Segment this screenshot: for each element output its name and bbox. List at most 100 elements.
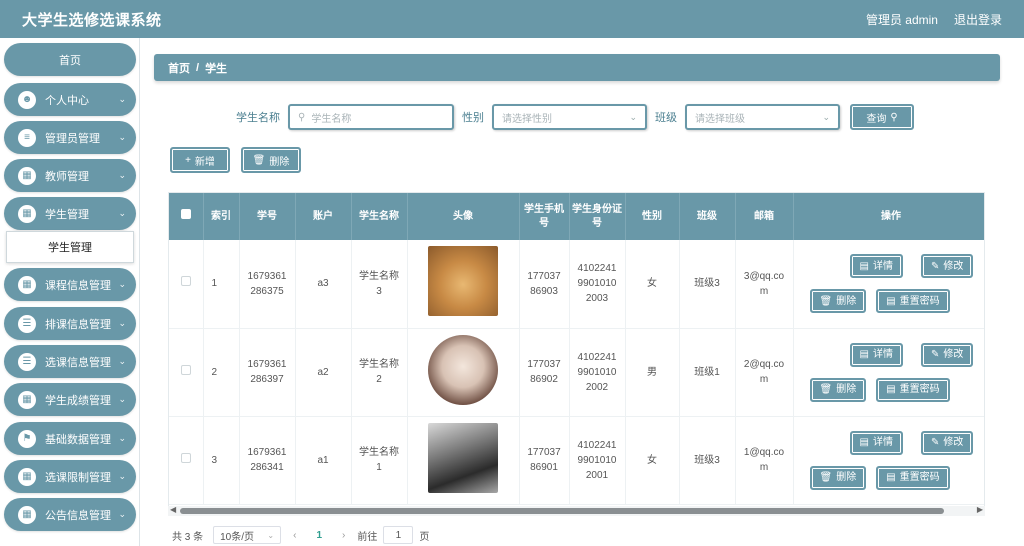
chevron-down-icon: ⌄ [118, 132, 126, 142]
sidebar-item-4[interactable]: ▦ 课程信息管理 ⌄ [4, 268, 136, 301]
row-delete-button[interactable]: 🗑 删除 [809, 289, 867, 314]
table-header: 索引 [203, 193, 240, 240]
page-size-select[interactable]: 10条/页 ⌄ [213, 526, 282, 544]
chevron-down-icon: ⌄ [118, 433, 126, 443]
sidebar-item-6[interactable]: ☰ 选课信息管理 ⌄ [4, 345, 136, 378]
sidebar-item-2[interactable]: ▦ 教师管理 ⌄ [4, 159, 136, 192]
gender-cell: 女 [625, 240, 680, 329]
sidebar-item-1[interactable]: ≡ 管理员管理 ⌄ [4, 121, 136, 154]
sidebar-subitem-student-manage[interactable]: 学生管理 [6, 231, 134, 263]
logout-link[interactable]: 退出登录 [954, 11, 1002, 28]
row-checkbox[interactable] [169, 240, 204, 329]
total-count: 共 3 条 [172, 531, 204, 543]
prev-page-icon[interactable]: ‹ [293, 530, 296, 541]
detail-button[interactable]: ▤ 详情 [849, 430, 903, 455]
chevron-down-icon: ⌄ [118, 318, 126, 328]
row-checkbox[interactable] [169, 328, 204, 417]
student-name-input[interactable]: ⚲ 学生名称 [288, 104, 454, 130]
chevron-down-icon: ⌄ [118, 356, 126, 366]
sidebar-item-label: 教师管理 [45, 170, 89, 183]
email-cell: 1@qq.com [735, 416, 794, 505]
edit-button[interactable]: ✎ 修改 [920, 342, 974, 367]
phone-cell: 17703786902 [519, 328, 570, 417]
next-page-icon[interactable]: › [342, 530, 345, 541]
index-cell: 2 [203, 328, 240, 417]
class-placeholder: 请选择班级 [695, 113, 745, 125]
sidebar-item-0[interactable]: ☻ 个人中心 ⌄ [4, 83, 136, 116]
delete-label: 删除 [836, 295, 857, 307]
reset-password-button[interactable]: ▤ 重置密码 [876, 377, 950, 402]
student-table: 索引 学号 账户 学生名称 头像 学生手机号 学生身份证号 性别 班级 邮箱 操… [168, 192, 985, 508]
student-no-cell: 1679361286397 [239, 328, 296, 417]
edit-label: 修改 [943, 349, 964, 360]
reset-password-button[interactable]: ▤ 重置密码 [876, 465, 950, 490]
detail-label: 详情 [872, 349, 893, 360]
add-button[interactable]: + 新增 [170, 147, 230, 173]
gender-select[interactable]: 请选择性别 ⌄ [492, 104, 647, 130]
breadcrumb-home[interactable]: 首页 [168, 60, 190, 76]
row-checkbox[interactable] [169, 416, 204, 505]
sidebar-item-label: 排课信息管理 [45, 318, 111, 331]
scroll-left-icon[interactable]: ◀ [170, 505, 176, 514]
scrollbar-thumb[interactable] [180, 508, 944, 514]
current-page[interactable]: 1 [316, 530, 322, 541]
operations-cell: ▤ 详情 ✎ 修改 🗑 删除 ▤ 重置密码 [793, 328, 984, 417]
delete-label: 删除 [836, 384, 857, 395]
operations-cell: ▤ 详情 ✎ 修改 🗑 删除 ▤ 重置密码 [793, 240, 984, 329]
student-name-label: 学生名称 [236, 112, 280, 124]
row-delete-button[interactable]: 🗑 删除 [809, 465, 867, 490]
sidebar-item-7[interactable]: ▦ 学生成绩管理 ⌄ [4, 383, 136, 416]
edit-button[interactable]: ✎ 修改 [920, 430, 974, 455]
horizontal-scrollbar[interactable]: ◀ ▶ [168, 505, 985, 516]
admin-user-label[interactable]: 管理员 admin [866, 11, 938, 28]
table-header: 邮箱 [735, 193, 794, 240]
reset-password-label: 重置密码 [899, 295, 940, 307]
sidebar-item-3[interactable]: ▦ 学生管理 ⌄ [4, 197, 136, 230]
reset-password-label: 重置密码 [899, 384, 940, 395]
document-icon: ▤ [859, 260, 869, 272]
sidebar-item-10[interactable]: ▦ 公告信息管理 ⌄ [4, 498, 136, 531]
sliders-icon: ≡ [18, 128, 36, 147]
sidebar-item-label: 管理员管理 [45, 132, 100, 145]
detail-button[interactable]: ▤ 详情 [849, 342, 903, 367]
scroll-right-icon[interactable]: ▶ [977, 505, 983, 514]
select-all-checkbox[interactable] [169, 193, 204, 240]
chevron-down-icon: ⌄ [267, 530, 275, 540]
table-row: 1 1679361286375 a3 学生名称3 17703786903 41022419… [169, 240, 984, 329]
breadcrumb: 首页 / 学生 [154, 54, 1000, 81]
sidebar-item-home[interactable]: 首页 [4, 43, 136, 76]
sidebar-item-5[interactable]: ☰ 排课信息管理 ⌄ [4, 307, 136, 340]
goto-page-input[interactable]: 1 [383, 526, 414, 544]
trash-icon: 🗑 [819, 472, 833, 483]
trash-icon: 🗑 [252, 154, 266, 166]
table-header: 账户 [295, 193, 352, 240]
phone-cell: 17703786901 [519, 416, 570, 505]
sidebar-item-label: 学生成绩管理 [45, 394, 111, 407]
edit-button[interactable]: ✎ 修改 [920, 254, 974, 279]
avatar [428, 334, 498, 405]
grid-icon: ▦ [18, 390, 36, 409]
sidebar-item-label: 首页 [59, 54, 81, 67]
class-select[interactable]: 请选择班级 ⌄ [685, 104, 840, 130]
search-bar: 学生名称 ⚲ 学生名称 性别 请选择性别 ⌄ 班级 请选择班级 ⌄ 查询 ⚲ [236, 104, 914, 130]
table-header: 学生手机号 [519, 193, 570, 240]
edit-label: 修改 [943, 437, 964, 448]
query-button[interactable]: 查询 ⚲ [850, 104, 914, 130]
delete-button[interactable]: 🗑 删除 [241, 147, 301, 173]
chevron-down-icon: ⌄ [118, 394, 126, 404]
flag-icon: ⚑ [18, 429, 36, 448]
student-no-cell: 1679361286375 [239, 240, 296, 329]
grid-icon: ▦ [18, 166, 36, 185]
detail-button[interactable]: ▤ 详情 [849, 254, 903, 279]
list-icon: ☰ [18, 314, 36, 333]
sidebar-item-9[interactable]: ▦ 选课限制管理 ⌄ [4, 460, 136, 493]
class-cell: 班级3 [679, 416, 736, 505]
student-name-cell: 学生名称3 [351, 240, 408, 329]
row-delete-button[interactable]: 🗑 删除 [809, 377, 867, 402]
sidebar-item-8[interactable]: ⚑ 基础数据管理 ⌄ [4, 422, 136, 455]
reset-password-button[interactable]: ▤ 重置密码 [876, 289, 950, 314]
chevron-down-icon: ⌄ [118, 94, 126, 104]
avatar-cell [407, 328, 520, 417]
detail-label: 详情 [872, 260, 893, 272]
edit-label: 修改 [943, 260, 964, 272]
